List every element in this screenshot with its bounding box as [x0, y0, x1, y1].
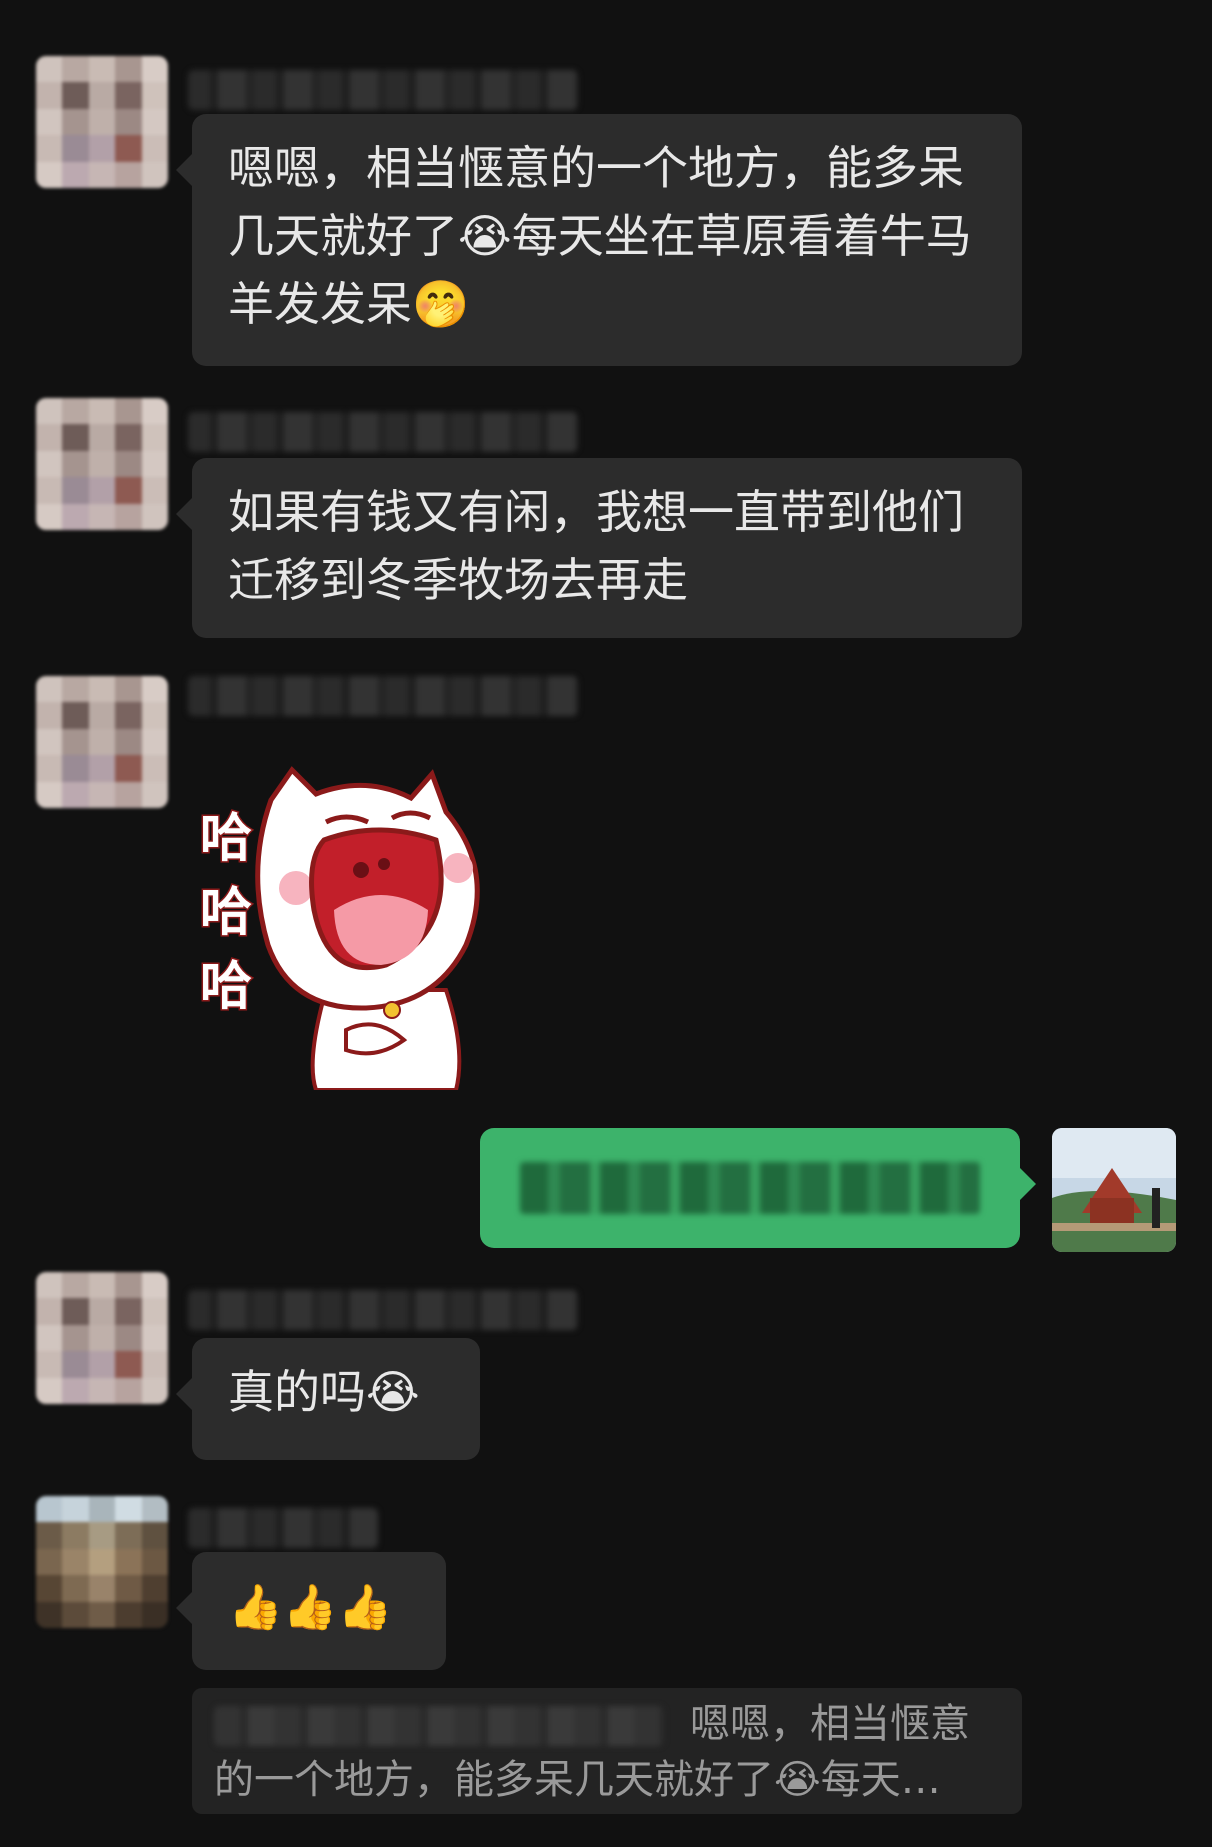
redacted-message-text [520, 1162, 980, 1214]
laughing-cat-sticker[interactable]: 哈 哈 哈 [196, 760, 546, 1092]
quoted-message[interactable]: 嗯嗯，相当惬意的一个地方，能多呆几天就好了😭每天… [192, 1688, 1022, 1814]
message-text: 如果有钱又有闲，我想一直带到他们迁移到冬季牧场去再走 [228, 485, 964, 607]
quoted-sender-redacted [214, 1706, 664, 1746]
avatar[interactable] [36, 1272, 168, 1404]
my-avatar[interactable] [1052, 1128, 1176, 1252]
sticker-text-3: 哈 [200, 957, 252, 1017]
message-bubble[interactable]: 嗯嗯，相当惬意的一个地方，能多呆几天就好了😭每天坐在草原看着牛马羊发发呆🤭 [176, 114, 1022, 366]
avatar[interactable] [36, 56, 168, 188]
sender-name-redacted [188, 676, 578, 716]
thumbs-up-emojis: 👍👍👍 [228, 1582, 393, 1633]
message-text: 嗯嗯，相当惬意的一个地方，能多呆几天就好了😭每天坐在草原看着牛马羊发发呆🤭 [228, 141, 972, 331]
avatar[interactable] [36, 676, 168, 808]
sticker-text-2: 哈 [200, 883, 252, 943]
avatar[interactable] [36, 398, 168, 530]
message-bubble[interactable]: 如果有钱又有闲，我想一直带到他们迁移到冬季牧场去再走 [176, 458, 1022, 638]
sticker-text-1: 哈 [200, 809, 252, 869]
sender-name-redacted [188, 70, 578, 110]
sender-name-redacted [188, 412, 578, 452]
sender-name-redacted [188, 1290, 578, 1330]
sender-name-redacted [188, 1508, 378, 1548]
message-bubble[interactable]: 👍👍👍 [176, 1552, 446, 1670]
message-text: 真的吗😭 [228, 1365, 420, 1419]
my-message-bubble[interactable] [480, 1128, 1036, 1248]
avatar[interactable] [36, 1496, 168, 1628]
message-bubble[interactable]: 真的吗😭 [176, 1338, 480, 1460]
